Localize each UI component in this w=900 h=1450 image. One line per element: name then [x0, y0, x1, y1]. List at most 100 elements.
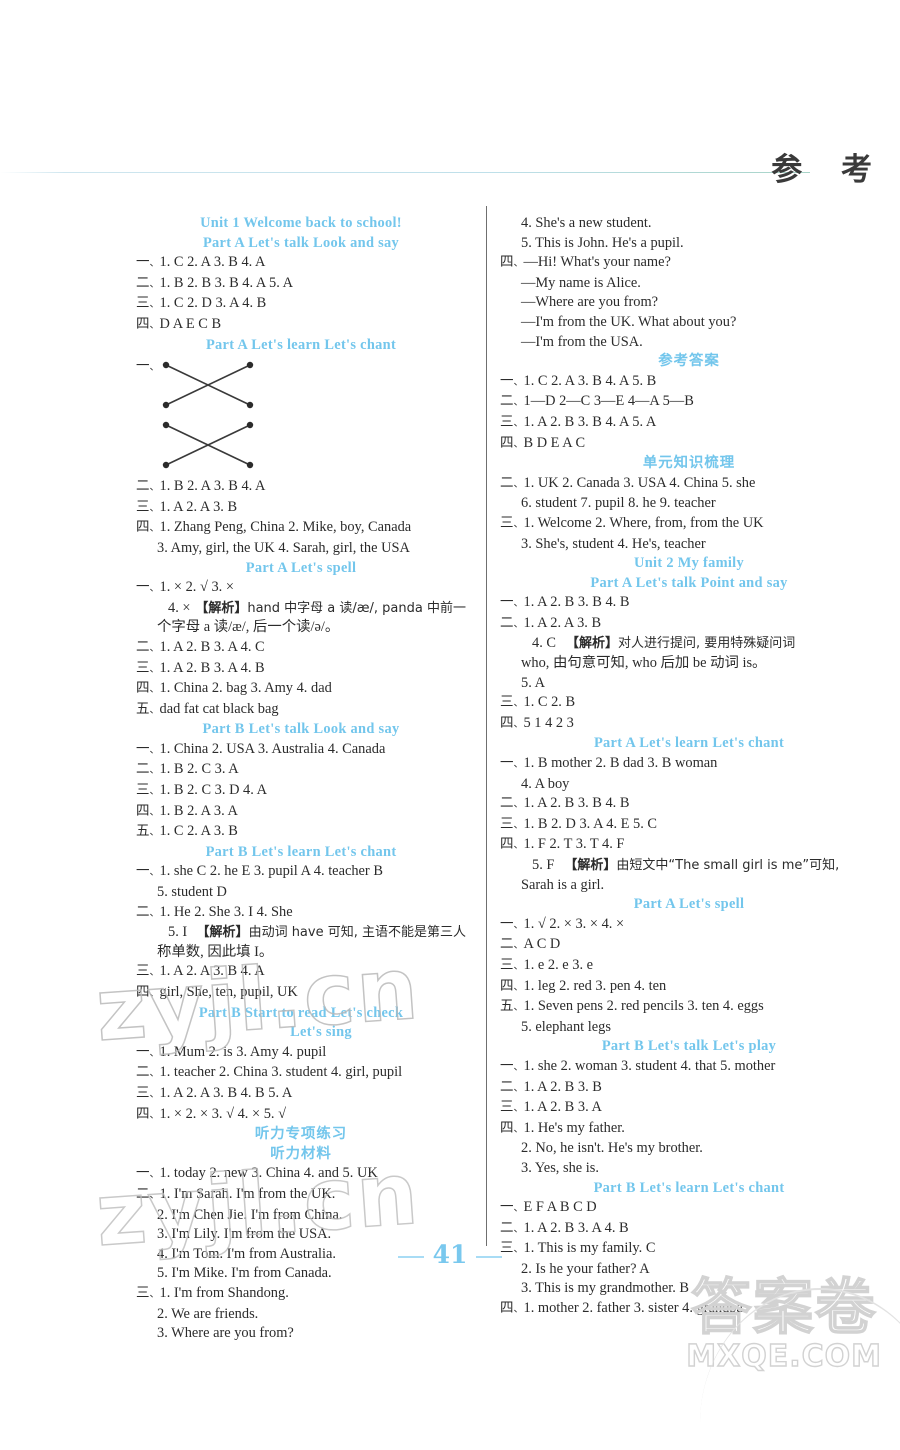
answer-row: 三1. B 2. D 3. A 4. E 5. C [500, 815, 878, 836]
answer-row: 二1. teacher 2. China 3. student 4. girl,… [136, 1063, 466, 1084]
answer-row: 四5 1 4 2 3 [500, 714, 878, 735]
explanation-lead: 4. C [532, 635, 556, 652]
answer-text: 1. C 2. B [523, 694, 576, 711]
answer-text: 1. B 2. C 3. D 4. A [159, 782, 268, 799]
answer-row: 五1. Seven pens 2. red pencils 3. ten 4. … [500, 997, 878, 1018]
answer-text: 1. A 2. B 3. B 4. B [523, 594, 630, 611]
answer-text: 1. × 2. × 3. √ 4. × 5. √ [159, 1105, 287, 1122]
question-number: 三 [136, 294, 160, 315]
question-number: 三 [500, 815, 524, 836]
answer-text: 1. China 2. bag 3. Amy 4. dad [159, 680, 332, 697]
answer-row: 二A C D [500, 935, 878, 956]
answer-row: 一1. √ 2. × 3. × 4. × [500, 915, 878, 936]
answer-row: 三1. A 2. B 3. A 4. B [136, 659, 466, 680]
section-heading: Part B Let's learn Let's chant [205, 843, 397, 860]
question-number: 三 [136, 659, 160, 680]
answer-explanation: 5. I 【解析】 由动词 have 可知, 主语不能是第三人 [136, 923, 466, 943]
question-number: 三 [136, 1284, 160, 1305]
question-number: 一 [136, 1164, 160, 1185]
answer-continuation: 3. Yes, she is. [500, 1159, 878, 1179]
column-divider [486, 206, 487, 1246]
question-number: 一 [136, 253, 160, 274]
explanation-lead: 5. F [532, 857, 555, 873]
answer-text: 1. He's my father. [523, 1119, 625, 1136]
answer-continuation: 称单数, 因此填 I。 [136, 943, 466, 963]
section-heading: Part B Start to read Let's check [198, 1004, 404, 1021]
question-number: 二 [500, 392, 524, 413]
answer-text: 1. √ 2. × 3. × 4. × [523, 915, 625, 932]
answer-text: girl, She, ten, pupil, UK [159, 984, 298, 1000]
answer-row: 一1. C 2. A 3. B 4. A 5. B [500, 372, 878, 393]
question-number: 一 [136, 862, 160, 883]
explanation-tag: 【解析】 [564, 858, 617, 873]
question-number: 四 [136, 315, 160, 336]
answer-text: 1. A 2. B 3. A 4. B [159, 659, 265, 676]
answer-text: 1. Seven pens 2. red pencils 3. ten 4. e… [523, 998, 764, 1015]
answer-row: 四1. B 2. A 3. A [136, 802, 466, 823]
section-heading: Unit 1 Welcome back to school! [200, 215, 402, 231]
answer-row: 四girl, She, ten, pupil, UK [136, 983, 466, 1004]
question-number: 一 [136, 578, 160, 599]
answer-text: Sarah is a girl. [521, 876, 605, 893]
explanation-tag: 【解析】 [196, 925, 249, 941]
answer-row: 三1. I'm from Shandong. [136, 1284, 466, 1305]
page-header: 参 考 [0, 128, 900, 212]
section-heading: Part A Let's talk Look and say [202, 234, 400, 251]
answer-text: 1. B 2. A 3. A [159, 802, 238, 819]
answer-text: —Where are you from? [521, 294, 659, 311]
answer-text: 1. Mum 2. is 3. Amy 4. pupil [159, 1043, 327, 1060]
question-number: 四 [500, 835, 524, 856]
answer-text: B D E A C [523, 434, 586, 451]
answer-text: 1. leg 2. red 3. pen 4. ten [523, 977, 667, 994]
right-column: 4. She's a new student. 5. This is John. … [500, 214, 878, 1320]
answer-text: 3. Where are you from? [157, 1325, 294, 1342]
answer-text: 3. This is my grandmother. B [521, 1280, 690, 1297]
answer-text: 1. A 2. A 3. B 4. B 5. A [159, 1084, 293, 1101]
answer-text: 4. A boy [521, 775, 570, 792]
answer-text: 1. Welcome 2. Where, from, from the UK [523, 514, 764, 531]
section-heading: Part A Let's learn Let's chant [593, 735, 785, 752]
answer-row: 四1. leg 2. red 3. pen 4. ten [500, 977, 878, 998]
answer-row: 二1. A 2. B 3. B [500, 1078, 878, 1099]
answer-text: 1. F 2. T 3. T 4. F [523, 836, 625, 853]
answer-text: 3. She's, student 4. He's, teacher [521, 535, 706, 552]
question-number: 一 [500, 593, 524, 614]
answer-text: 1. she C 2. he E 3. pupil A 4. teacher B [159, 863, 383, 880]
answer-row: 二1. A 2. B 3. A 4. B [500, 1219, 878, 1240]
answer-continuation: 个字母 a 读/æ/, 后一个读/ə/。 [136, 618, 466, 638]
explanation-tag: 【解析】 [195, 600, 248, 616]
answer-row: 一1. C 2. A 3. B 4. A [136, 253, 466, 274]
answer-continuation: 3. This is my grandmother. B [500, 1279, 878, 1299]
answer-text: 2. We are friends. [157, 1305, 259, 1322]
question-number: 五 [136, 700, 160, 721]
question-number: 三 [500, 956, 524, 977]
answer-text: 1. I'm Sarah. I'm from the UK. [159, 1185, 336, 1202]
answer-row: 四D A E C B [136, 315, 466, 336]
question-number: 二 [136, 477, 160, 498]
page-number: 41 [0, 1240, 900, 1269]
answer-continuation: —I'm from the UK. What about you? [500, 313, 878, 333]
question-number: 二 [500, 474, 524, 495]
answer-continuation: 5. A [500, 674, 878, 694]
answer-text: 个字母 a 读/æ/, 后一个读/ə/。 [157, 619, 340, 636]
answer-row: 三1. A 2. A 3. B [136, 498, 466, 519]
answer-text: 1. A 2. B 3. A [523, 1099, 602, 1116]
answer-explanation: 4. C 【解析】 对人进行提问, 要用特殊疑问词 [500, 634, 878, 654]
answer-text: 4. She's a new student. [521, 215, 652, 231]
question-number: 四 [500, 1299, 524, 1320]
section-heading-cn: 听力材料 [270, 1145, 332, 1162]
answer-continuation: 5. This is John. He's a pupil. [500, 234, 878, 254]
answer-text: D A E C B [159, 315, 222, 332]
answer-continuation: 5. elephant legs [500, 1018, 878, 1038]
question-number: 三 [136, 962, 160, 983]
answer-text: A C D [523, 936, 561, 953]
question-number: 二 [500, 1078, 524, 1099]
explanation-text: hand 中字母 a 读/æ/, panda 中前一 [247, 600, 466, 616]
answer-text: 1. A 2. A 3. B [523, 614, 602, 631]
section-heading: Part A Let's talk Point and say [590, 574, 788, 591]
answer-continuation: 3. She's, student 4. He's, teacher [500, 535, 878, 555]
answer-text: 1. A 2. B 3. A 4. C [159, 638, 265, 655]
left-column: Unit 1 Welcome back to school! Part A Let… [136, 214, 466, 1344]
question-number: 三 [500, 413, 524, 434]
answer-row: 一1. × 2. √ 3. × [136, 578, 466, 599]
